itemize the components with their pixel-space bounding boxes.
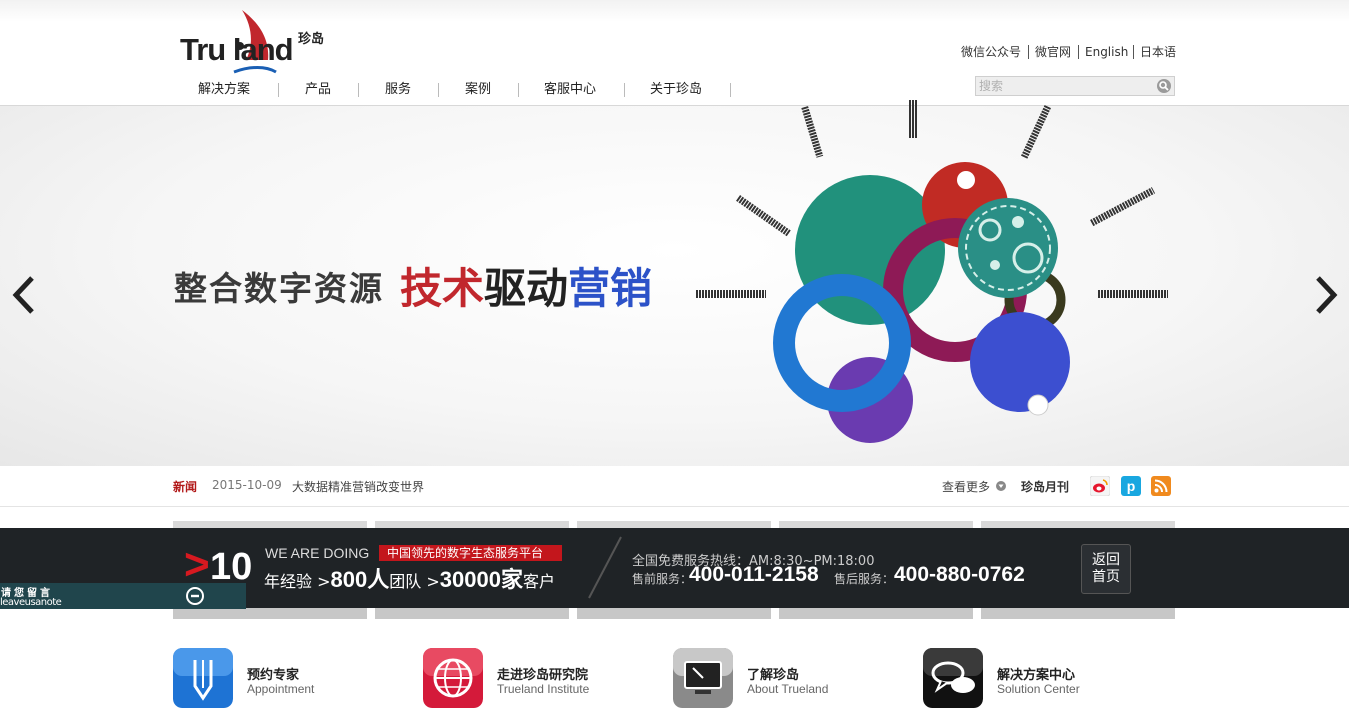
- feature-solution-center[interactable]: 解决方案中心 Solution Center: [923, 648, 1123, 710]
- monitor-icon: [673, 648, 733, 708]
- back-home-line2: 首页: [1092, 569, 1120, 585]
- arrow-down-circle-icon: [996, 481, 1006, 491]
- feature-subtitle: Trueland Institute: [497, 682, 590, 696]
- nav-divider: [438, 83, 439, 97]
- monthly-magazine-link[interactable]: 珍岛月刊: [1021, 478, 1069, 495]
- stats-line: 年经验 >800人团队 >30000家客户: [264, 562, 555, 594]
- slogan-red: 技术: [400, 264, 485, 313]
- back-home-line1: 返回: [1092, 552, 1120, 568]
- feature-title: 预约专家: [247, 668, 300, 683]
- gt-separator: >: [426, 572, 440, 591]
- we-are-doing: WE ARE DOING: [265, 545, 370, 561]
- feature-title: 了解珍岛: [747, 668, 800, 683]
- logo-cn: 珍岛: [298, 32, 325, 47]
- leave-note-en: leaveusanote: [0, 597, 62, 608]
- link-micro-site[interactable]: 微官网: [1035, 43, 1071, 61]
- feature-about[interactable]: 了解珍岛 About Trueland: [673, 648, 873, 710]
- news-headline-link[interactable]: 大数据精准营销改变世界: [292, 478, 424, 495]
- years-unit: 年经验: [264, 572, 313, 591]
- feature-title: 解决方案中心: [997, 668, 1076, 683]
- nav-item-solutions[interactable]: 解决方案: [198, 80, 250, 100]
- view-more-link[interactable]: 查看更多: [942, 478, 990, 495]
- nav-item-cases[interactable]: 案例: [465, 80, 491, 100]
- divider-slash: [588, 536, 622, 599]
- after-sale-phone: 400-880-0762: [894, 563, 1025, 586]
- logo-text: Tru land: [180, 32, 294, 67]
- feature-subtitle: About Trueland: [747, 682, 829, 696]
- rss-icon[interactable]: [1151, 476, 1171, 496]
- banner-slogan-left: 整合数字资源: [174, 269, 384, 308]
- feature-subtitle: Appointment: [247, 682, 315, 696]
- top-link-divider: [1133, 45, 1134, 59]
- pp-icon[interactable]: p: [1121, 476, 1141, 496]
- slogan-blue: 营销: [568, 264, 653, 313]
- feature-appointment[interactable]: 预约专家 Appointment: [173, 648, 373, 710]
- svg-text:p: p: [1127, 478, 1136, 494]
- banner-circles-illustration: [696, 100, 1168, 443]
- chat-bubbles-icon: [923, 648, 983, 708]
- search-box: [975, 76, 1175, 96]
- pen-icon: [173, 648, 233, 708]
- nav-divider: [358, 83, 359, 97]
- globe-icon: [423, 648, 483, 708]
- gt-separator: >: [317, 572, 331, 591]
- feature-title: 走进珍岛研究院: [497, 668, 589, 683]
- nav-divider: [518, 83, 519, 97]
- nav-divider: [278, 83, 279, 97]
- chevron-right-icon[interactable]: [1312, 270, 1342, 320]
- client-number: 30000: [439, 567, 501, 592]
- nav-item-about[interactable]: 关于珍岛: [650, 80, 702, 100]
- after-sale-label: 售后服务：: [834, 572, 895, 586]
- logo[interactable]: Tru land 珍岛: [180, 8, 330, 78]
- nav-item-services[interactable]: 服务: [385, 80, 411, 100]
- nav-divider: [624, 83, 625, 97]
- link-japanese[interactable]: 日本语: [1140, 43, 1176, 61]
- search-input[interactable]: [977, 78, 1155, 94]
- feature-institute[interactable]: 走进珍岛研究院 Trueland Institute: [423, 648, 633, 710]
- feature-subtitle: Solution Center: [997, 682, 1080, 696]
- link-wechat[interactable]: 微信公众号: [961, 43, 1021, 61]
- top-link-divider: [1028, 45, 1029, 59]
- banner-slogan-main: 技术驱动营销: [400, 255, 652, 316]
- link-english[interactable]: English: [1085, 43, 1128, 61]
- nav-item-products[interactable]: 产品: [305, 80, 331, 100]
- pre-sale-label: 售前服务：: [632, 572, 693, 586]
- news-date: 2015-10-09: [212, 478, 282, 492]
- team-label: 团队: [389, 572, 422, 591]
- chevron-left-icon[interactable]: [8, 270, 38, 320]
- tagline-badge: 中国领先的数字生态服务平台: [379, 545, 562, 561]
- top-link-divider: [1078, 45, 1079, 59]
- news-bar: [0, 466, 1349, 507]
- nav-item-support[interactable]: 客服中心: [544, 80, 596, 100]
- slogan-black: 驱动: [484, 264, 569, 313]
- search-icon[interactable]: [1156, 78, 1172, 94]
- client-unit: 家: [500, 567, 523, 592]
- team-number: 800: [330, 567, 368, 592]
- news-label: 新闻: [173, 480, 198, 494]
- pre-sale-phone: 400-011-2158: [689, 563, 819, 586]
- team-unit: 人: [367, 567, 390, 592]
- client-label: 客户: [522, 572, 555, 591]
- weibo-icon[interactable]: [1090, 476, 1110, 496]
- nav-divider: [730, 83, 731, 97]
- back-home-button[interactable]: 返回 首页: [1081, 544, 1131, 594]
- minus-circle-icon[interactable]: [186, 587, 204, 605]
